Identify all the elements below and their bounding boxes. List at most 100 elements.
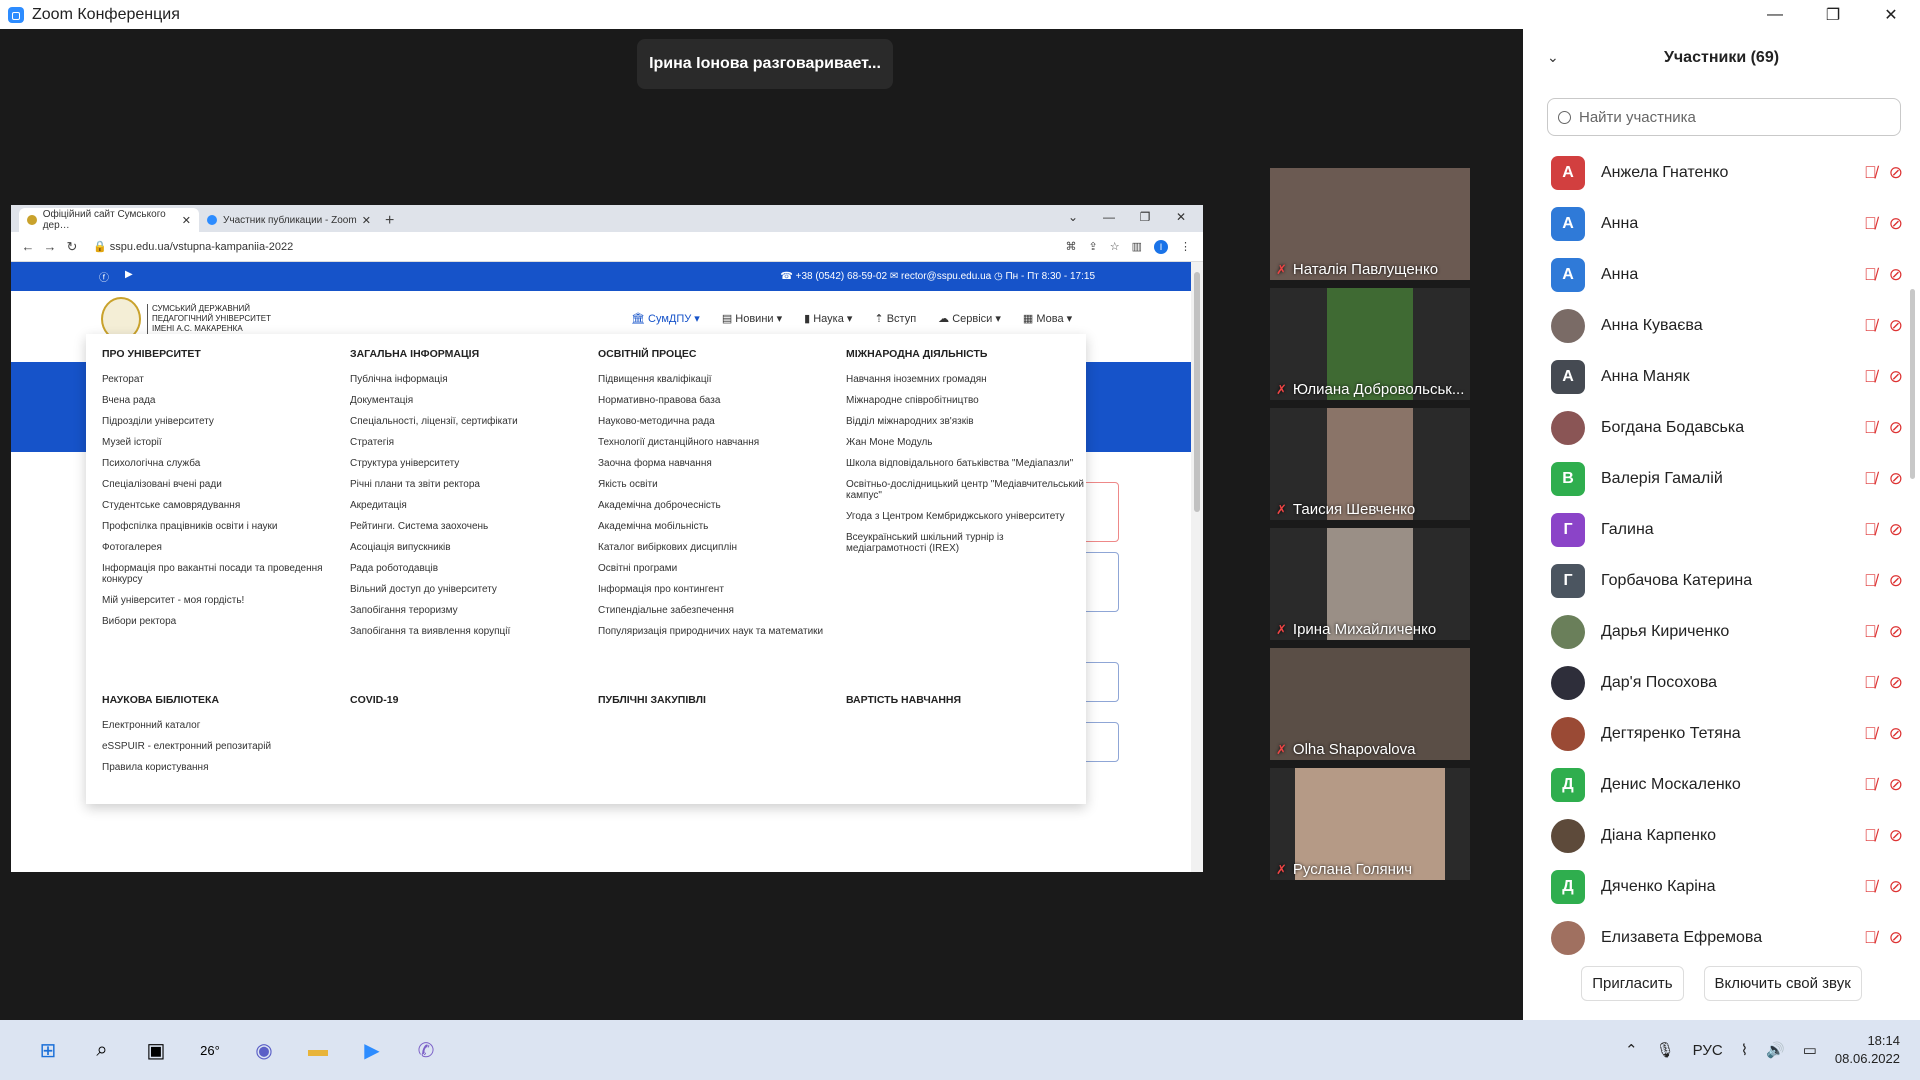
mega-menu-link[interactable]: Річні плани та звіти ректора	[350, 479, 590, 490]
zoom-app-icon[interactable]: ▶	[352, 1030, 392, 1070]
scrollbar-thumb[interactable]	[1194, 272, 1200, 512]
participant-row[interactable]: Анна Куваєва 🎙̸ ⊘	[1523, 300, 1913, 351]
video-tile[interactable]: ✗ Юлиана Добровольськ...	[1270, 288, 1470, 400]
browser-restore-button[interactable]: ❐	[1127, 205, 1163, 229]
participant-row[interactable]: Елизавета Ефремова 🎙̸ ⊘	[1523, 912, 1913, 963]
browser-tab[interactable]: Офіційний сайт Сумського дер… ✕	[19, 208, 199, 232]
participant-row[interactable]: Д Дяченко Каріна 🎙̸ ⊘	[1523, 861, 1913, 912]
mega-menu-heading[interactable]: МІЖНАРОДНА ДІЯЛЬНІСТЬ	[846, 348, 1086, 360]
mega-menu-heading[interactable]: НАУКОВА БІБЛІОТЕКА	[102, 694, 342, 706]
mega-menu-heading[interactable]: ВАРТІСТЬ НАВЧАННЯ	[846, 694, 1086, 706]
mega-menu-link[interactable]: Студентське самоврядування	[102, 500, 342, 511]
file-explorer-icon[interactable]: ▬	[298, 1030, 338, 1070]
new-tab-button[interactable]: +	[385, 210, 394, 232]
video-tile[interactable]: ✗ Olha Shapovalova	[1270, 648, 1470, 760]
mega-menu-link[interactable]: Всеукраїнський шкільний турнір із медіаг…	[846, 532, 1086, 554]
mega-menu-link[interactable]: Навчання іноземних громадян	[846, 374, 1086, 385]
participant-row[interactable]: Богдана Бодавська 🎙̸ ⊘	[1523, 402, 1913, 453]
wifi-icon[interactable]: ⌇	[1741, 1041, 1748, 1059]
clock[interactable]: 18:14 08.06.2022	[1835, 1032, 1900, 1068]
participant-row[interactable]: В Валерія Гамалій 🎙̸ ⊘	[1523, 453, 1913, 504]
search-icon[interactable]: ⌕	[82, 1030, 122, 1070]
mega-menu-link[interactable]: Ректорат	[102, 374, 342, 385]
reload-icon[interactable]: ↻	[61, 239, 83, 255]
participant-search-input[interactable]: Найти участника	[1547, 98, 1901, 136]
mega-menu-link[interactable]: Мій університет - моя гордість!	[102, 595, 342, 606]
mega-menu-link[interactable]: Документація	[350, 395, 590, 406]
participant-row[interactable]: Дегтяренко Тетяна 🎙̸ ⊘	[1523, 708, 1913, 759]
mega-menu-heading[interactable]: ОСВІТНІЙ ПРОЦЕС	[598, 348, 838, 360]
mega-menu-heading[interactable]: ПРО УНІВЕРСИТЕТ	[102, 348, 342, 360]
youtube-icon[interactable]: ▶	[125, 269, 133, 284]
browser-close-button[interactable]: ✕	[1163, 205, 1199, 229]
mega-menu-link[interactable]: Академічна мобільність	[598, 521, 838, 532]
chat-icon[interactable]: ◉	[244, 1030, 284, 1070]
participant-row[interactable]: Діана Карпенко 🎙̸ ⊘	[1523, 810, 1913, 861]
mega-menu-link[interactable]: Профспілка працівників освіти і науки	[102, 521, 342, 532]
mega-menu-link[interactable]: Фотогалерея	[102, 542, 342, 553]
mega-menu-heading[interactable]: COVID-19	[350, 694, 590, 706]
mega-menu-link[interactable]: Угода з Центром Кембриджського університ…	[846, 511, 1086, 522]
participant-row[interactable]: А Анна 🎙̸ ⊘	[1523, 249, 1913, 300]
mega-menu-link[interactable]: Запобігання тероризму	[350, 605, 590, 616]
microphone-icon[interactable]: 🎙	[1656, 1041, 1675, 1059]
weather-widget[interactable]: 26°	[190, 1030, 230, 1070]
bookmark-star-icon[interactable]: ☆	[1110, 240, 1120, 253]
page-scrollbar[interactable]	[1191, 262, 1203, 872]
mega-menu-link[interactable]: Інформація про контингент	[598, 584, 838, 595]
participant-row[interactable]: Г Горбачова Катерина 🎙̸ ⊘	[1523, 555, 1913, 606]
browser-menu-icon[interactable]: ⋮	[1180, 240, 1191, 253]
nav-item[interactable]: ▤ Новини ▾	[722, 312, 782, 325]
translate-icon[interactable]: ⌘	[1066, 240, 1077, 253]
participant-row[interactable]: Дарья Кириченко 🎙̸ ⊘	[1523, 606, 1913, 657]
participant-row[interactable]: Дар'я Посохова 🎙̸ ⊘	[1523, 657, 1913, 708]
unmute-self-button[interactable]: Включить свой звук	[1703, 966, 1862, 1001]
back-icon[interactable]: ←	[17, 239, 39, 254]
mega-menu-heading[interactable]: ЗАГАЛЬНА ІНФОРМАЦІЯ	[350, 348, 590, 360]
participant-row[interactable]: А Анна 🎙̸ ⊘	[1523, 198, 1913, 249]
mega-menu-link[interactable]: Каталог вибіркових дисциплін	[598, 542, 838, 553]
tab-close-icon[interactable]: ✕	[362, 214, 371, 227]
url-field[interactable]: 🔒 sspu.edu.ua/vstupna-kampaniia-2022	[93, 240, 1066, 253]
tab-search-icon[interactable]: ⌄	[1055, 205, 1091, 229]
tab-close-icon[interactable]: ✕	[182, 214, 191, 227]
mega-menu-link[interactable]: Заочна форма навчання	[598, 458, 838, 469]
mega-menu-link[interactable]: Нормативно-правова база	[598, 395, 838, 406]
close-button[interactable]: ✕	[1862, 0, 1920, 29]
video-tile[interactable]: ✗ Руслана Голянич	[1270, 768, 1470, 880]
mega-menu-link[interactable]: Академічна доброчесність	[598, 500, 838, 511]
tray-overflow-icon[interactable]: ⌃	[1625, 1041, 1638, 1059]
mega-menu-link[interactable]: Музей історії	[102, 437, 342, 448]
mega-menu-link[interactable]: eSSPUIR - електронний репозитарій	[102, 741, 342, 752]
mega-menu-link[interactable]: Якість освіти	[598, 479, 838, 490]
mega-menu-link[interactable]: Рейтинги. Система заохочень	[350, 521, 590, 532]
mega-menu-link[interactable]: Спеціальності, ліцензії, сертифікати	[350, 416, 590, 427]
mega-menu-link[interactable]: Жан Моне Модуль	[846, 437, 1086, 448]
mega-menu-link[interactable]: Підвищення кваліфікації	[598, 374, 838, 385]
language-indicator[interactable]: РУС	[1693, 1042, 1723, 1059]
mega-menu-link[interactable]: Стипендіальне забезпечення	[598, 605, 838, 616]
mega-menu-link[interactable]: Підрозділи університету	[102, 416, 342, 427]
video-tile[interactable]: ✗ Таисия Шевченко	[1270, 408, 1470, 520]
mega-menu-link[interactable]: Міжнародне співробітництво	[846, 395, 1086, 406]
mega-menu-link[interactable]: Вибори ректора	[102, 616, 342, 627]
mega-menu-link[interactable]: Інформація про вакантні посади та провед…	[102, 563, 342, 585]
forward-icon[interactable]: →	[39, 239, 61, 254]
participant-row[interactable]: Д Денис Москаленко 🎙̸ ⊘	[1523, 759, 1913, 810]
mega-menu-link[interactable]: Правила користування	[102, 762, 342, 773]
collapse-chevron-icon[interactable]: ⌄	[1547, 49, 1559, 66]
mega-menu-link[interactable]: Технології дистанційного навчання	[598, 437, 838, 448]
nav-item[interactable]: ⇡ Вступ	[874, 312, 916, 325]
profile-avatar[interactable]: I	[1154, 239, 1168, 254]
mega-menu-link[interactable]: Рада роботодавців	[350, 563, 590, 574]
restore-button[interactable]: ❐	[1804, 0, 1862, 29]
mega-menu-link[interactable]: Публічна інформація	[350, 374, 590, 385]
mega-menu-link[interactable]: Акредитація	[350, 500, 590, 511]
mega-menu-link[interactable]: Запобігання та виявлення корупції	[350, 626, 590, 637]
mega-menu-heading[interactable]: ПУБЛІЧНІ ЗАКУПІВЛІ	[598, 694, 838, 706]
participant-list-scrollbar[interactable]	[1910, 289, 1915, 479]
mega-menu-link[interactable]: Популяризація природничих наук та матема…	[598, 626, 838, 637]
mega-menu-link[interactable]: Освітні програми	[598, 563, 838, 574]
mega-menu-link[interactable]: Науково-методична рада	[598, 416, 838, 427]
sidebar-icon[interactable]: ▥	[1132, 240, 1142, 253]
